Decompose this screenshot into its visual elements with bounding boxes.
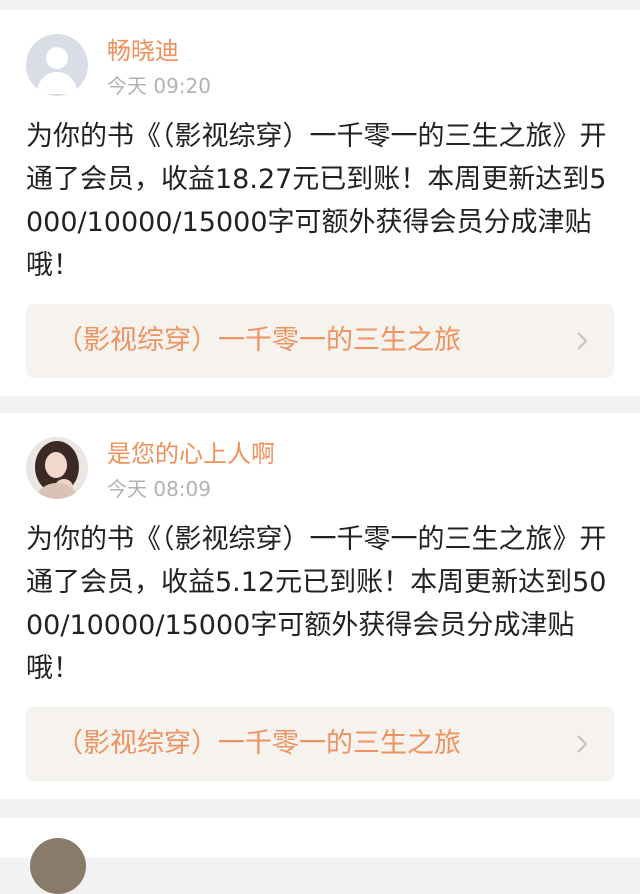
book-title: （影视综穿）一千零一的三生之旅 <box>56 728 461 759</box>
notification-feed: 畅晓迪 今天 09:20 为你的书《（影视综穿）一千零一的三生之旅》开通了会员，… <box>0 0 640 894</box>
notification-message: 为你的书《（影视综穿）一千零一的三生之旅》开通了会员，收益5.12元已到账！本周… <box>26 524 607 684</box>
book-title: （影视综穿）一千零一的三生之旅 <box>56 325 461 356</box>
post-time: 今天 09:20 <box>107 74 211 98</box>
chevron-right-icon <box>577 332 588 350</box>
user-name[interactable]: 是您的心上人啊 <box>107 439 275 469</box>
user-photo[interactable] <box>26 437 88 499</box>
notification-message: 为你的书《（影视综穿）一千零一的三生之旅》开通了会员，收益18.27元已到账！本… <box>26 121 607 281</box>
default-user-icon[interactable] <box>26 34 88 96</box>
chevron-right-icon <box>577 735 588 753</box>
notification-card-partial <box>0 818 640 894</box>
avatar[interactable] <box>30 838 86 894</box>
user-name[interactable]: 畅晓迪 <box>107 36 179 66</box>
notification-card: 是您的心上人啊 今天 08:09 为你的书《（影视综穿）一千零一的三生之旅》开通… <box>0 413 640 799</box>
notification-card: 畅晓迪 今天 09:20 为你的书《（影视综穿）一千零一的三生之旅》开通了会员，… <box>0 10 640 396</box>
book-link-card[interactable]: （影视综穿）一千零一的三生之旅 <box>26 304 614 378</box>
post-time: 今天 08:09 <box>107 477 211 501</box>
book-link-card[interactable]: （影视综穿）一千零一的三生之旅 <box>26 707 614 781</box>
